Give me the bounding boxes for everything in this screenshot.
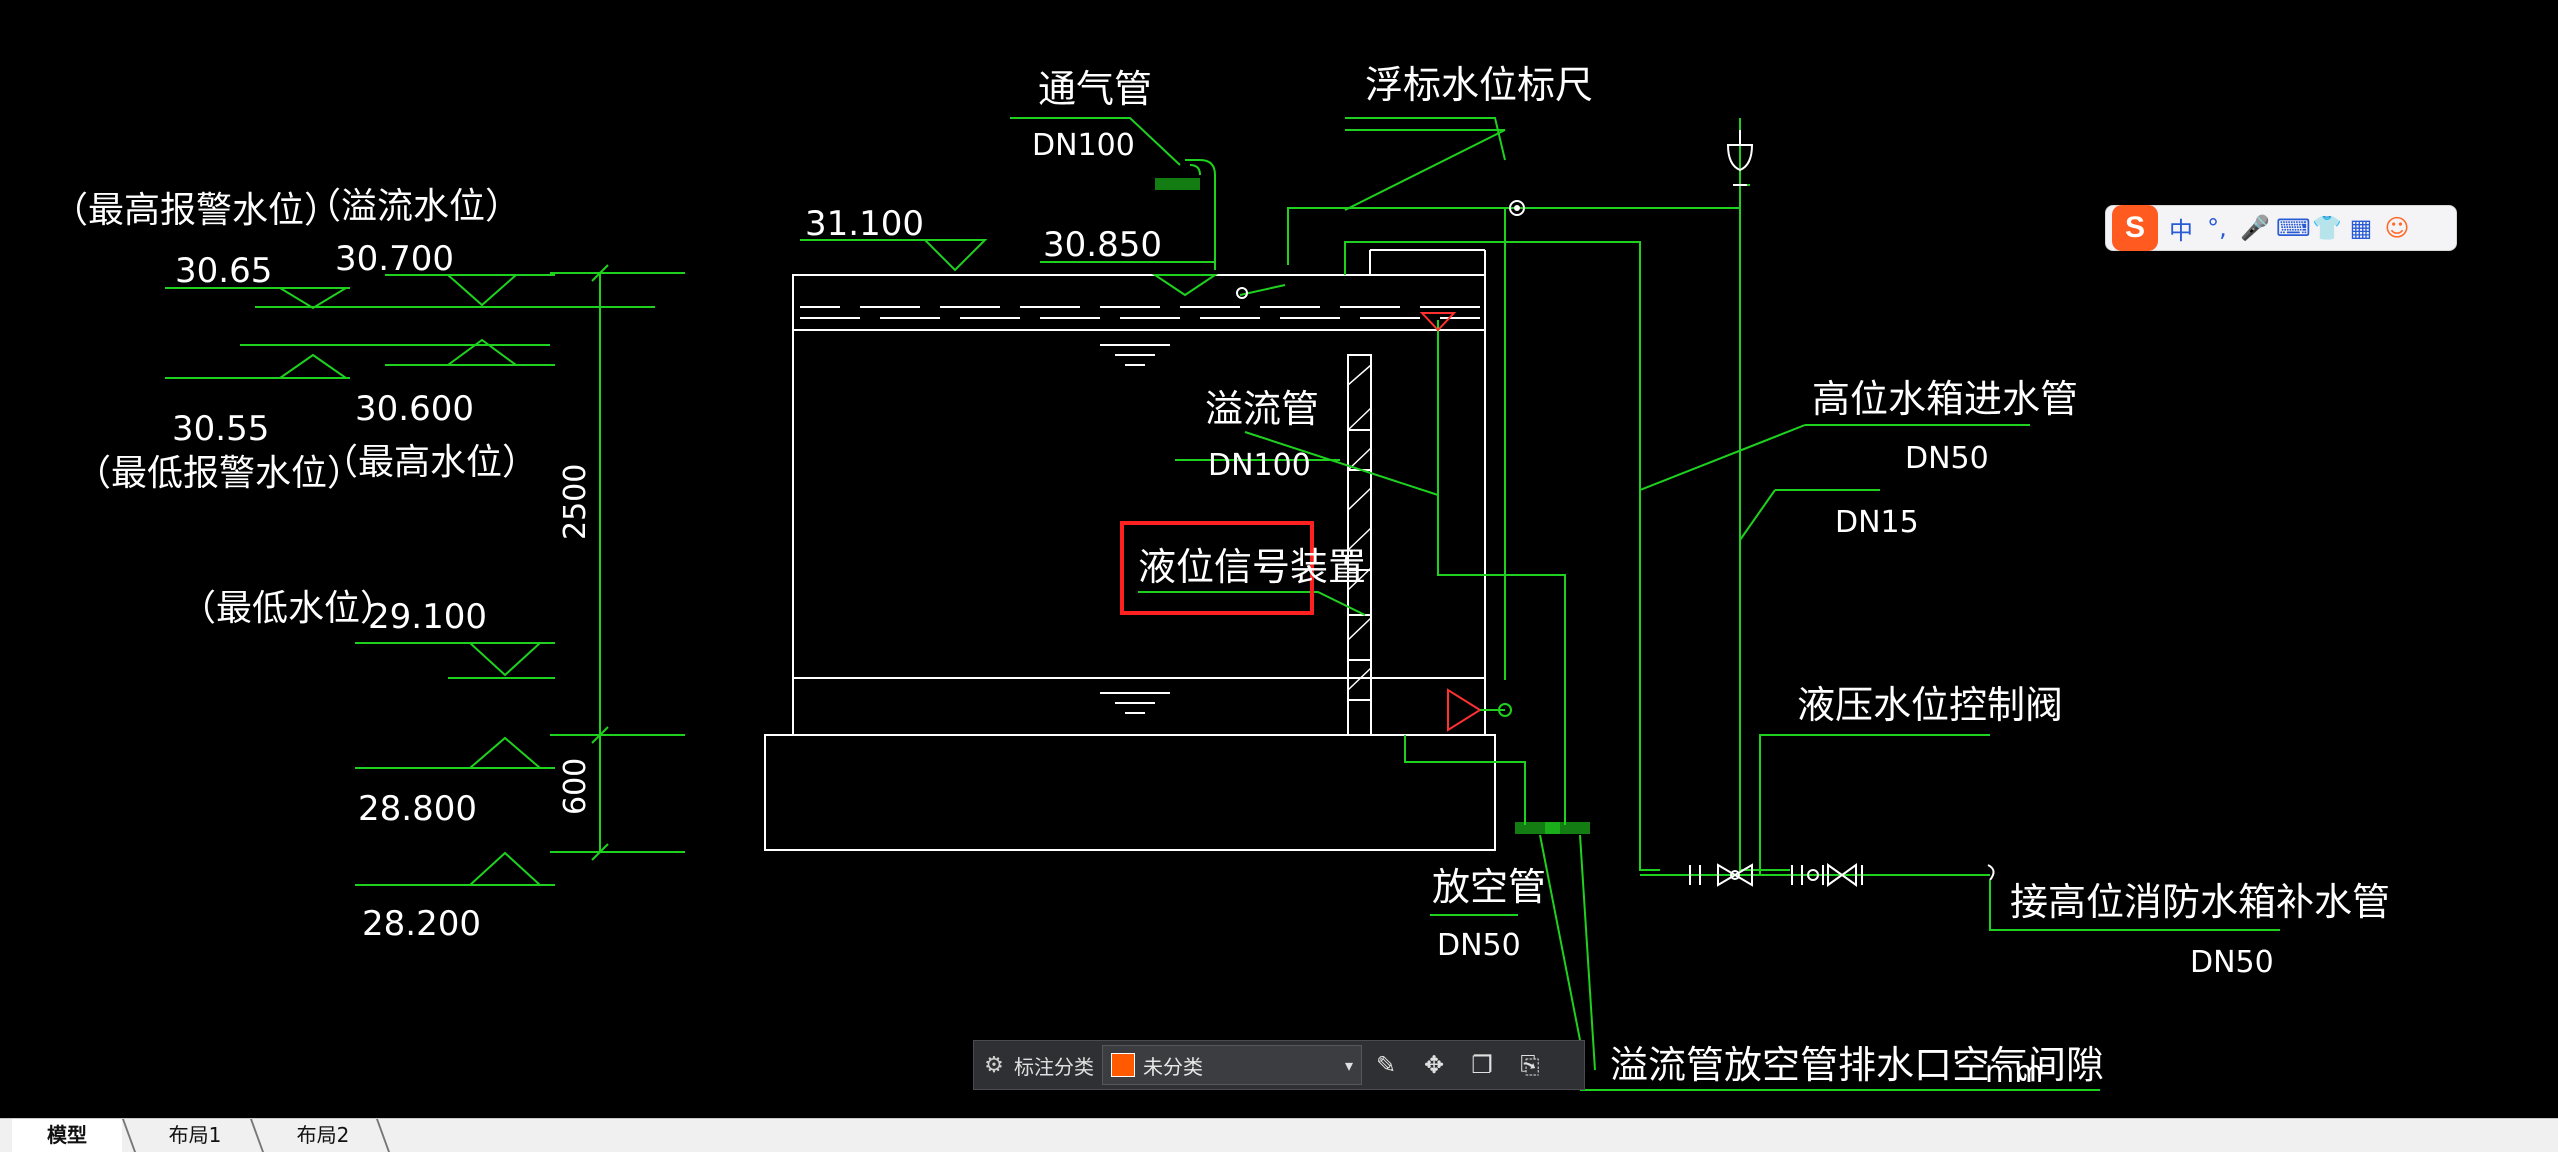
vent-pipe-size: DN100: [1032, 128, 1135, 163]
pipes: [1010, 117, 2280, 1091]
dimension-lower: 600: [558, 758, 593, 815]
water-elevation: 30.850: [1043, 225, 1162, 265]
move-icon[interactable]: ✥: [1410, 1051, 1458, 1079]
drain-pipe-label: 放空管: [1432, 865, 1546, 909]
annotation-category-select[interactable]: 未分类 ▾: [1102, 1045, 1362, 1085]
elevation-markers: （最高报警水位） 30.65 （溢流水位） 30.700 30.55 （最低报警…: [52, 186, 685, 944]
annotation-toolbar: ⚙ 标注分类 未分类 ▾ ✎ ✥ ❐ ⎘: [973, 1040, 1585, 1090]
layout-tabbar: 模型 布局1 布局2: [0, 1118, 2558, 1152]
annotation-category-label: 标注分类: [1014, 1054, 1094, 1079]
mascot-icon[interactable]: ☺: [2384, 214, 2410, 242]
vent-pipe-label: 通气管: [1038, 67, 1152, 111]
branch-size: DN15: [1835, 505, 1919, 540]
alarm-low-label: （最低报警水位）: [75, 453, 363, 494]
sogou-logo-icon[interactable]: S: [2112, 205, 2158, 251]
paste-icon[interactable]: ⎘: [1506, 1051, 1554, 1079]
overflow-pipe-label: 溢流管: [1205, 387, 1319, 431]
base-level-value: 28.200: [362, 904, 481, 944]
max-level-label: （最高水位）: [322, 442, 538, 483]
min-level-value: 29.100: [368, 597, 487, 637]
tab-model[interactable]: 模型: [12, 1119, 122, 1152]
keyboard-icon[interactable]: ⌨: [2276, 214, 2311, 242]
inlet-pipe-size: DN50: [1905, 441, 1989, 476]
level-signal-label: 液位信号装置: [1138, 545, 1366, 589]
annotation-category-value: 未分类: [1143, 1054, 1203, 1079]
alarm-low-value: 30.55: [172, 409, 269, 449]
float-gauge-label: 浮标水位标尺: [1365, 63, 1593, 107]
alarm-high-label: （最高报警水位）: [52, 190, 340, 231]
overflow-level-label: （溢流水位）: [305, 186, 521, 227]
skin-icon[interactable]: 👕: [2312, 214, 2342, 242]
inlet-pipe-label: 高位水箱进水管: [1812, 377, 2078, 421]
alarm-high-value: 30.65: [175, 251, 272, 291]
outlet-note-suffix: mm: [1985, 1055, 2043, 1090]
max-level-value: 30.600: [355, 389, 474, 429]
tab-layout1[interactable]: 布局1: [140, 1119, 250, 1152]
bottom-level-value: 28.800: [358, 789, 477, 829]
makeup-pipe-size: DN50: [2190, 945, 2274, 980]
ime-toolbar[interactable]: S 中 °, 🎤 ⌨ 👕 ▦ ☺: [2105, 205, 2457, 251]
min-level-label: （最低水位）: [180, 588, 396, 629]
copy-icon[interactable]: ❐: [1458, 1051, 1506, 1079]
hydraulic-valve-label: 液压水位控制阀: [1797, 683, 2063, 727]
annotation-menu-icon[interactable]: ⚙: [974, 1053, 1014, 1078]
tab-separator: [375, 1119, 391, 1152]
category-color-swatch: [1111, 1053, 1135, 1077]
makeup-pipe-label: 接高位消防水箱补水管: [2010, 880, 2390, 924]
edit-icon[interactable]: ✎: [1362, 1051, 1410, 1079]
chevron-down-icon[interactable]: ▾: [1345, 1056, 1353, 1075]
tab-separator: [121, 1119, 137, 1152]
tab-separator: [249, 1119, 265, 1152]
overflow-pipe-size: DN100: [1208, 448, 1311, 483]
water-tank: [764, 239, 1496, 851]
ime-punctuation[interactable]: °,: [2204, 214, 2230, 242]
apps-grid-icon[interactable]: ▦: [2348, 214, 2374, 242]
ime-chinese-mode[interactable]: 中: [2168, 211, 2194, 246]
cad-canvas[interactable]: （最高报警水位） 30.65 （溢流水位） 30.700 30.55 （最低报警…: [0, 0, 2558, 1118]
microphone-icon[interactable]: 🎤: [2240, 214, 2270, 242]
dimension-upper: 2500: [558, 464, 593, 540]
overflow-level-value: 30.700: [335, 239, 454, 279]
tab-layout2[interactable]: 布局2: [268, 1119, 378, 1152]
tank-top-elevation: 31.100: [805, 204, 924, 244]
drain-pipe-size: DN50: [1437, 928, 1521, 963]
